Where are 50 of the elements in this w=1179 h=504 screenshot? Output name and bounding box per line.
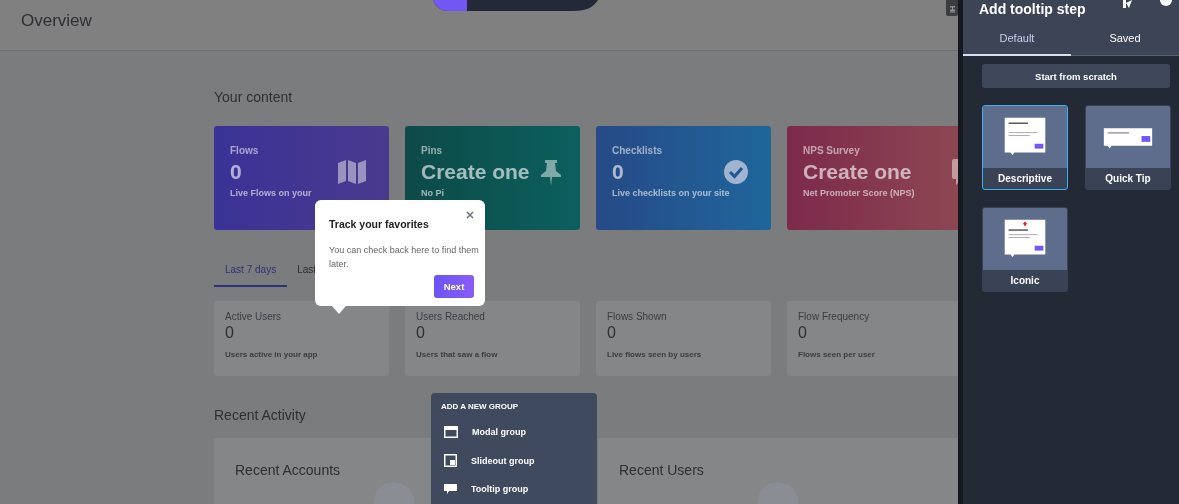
panel-tab[interactable]: Default [963, 27, 1071, 56]
speech-bubble-icon [444, 484, 457, 495]
stat-label: Flow Frequency [798, 311, 871, 322]
page-title: Overview [21, 11, 92, 30]
card-label: Flows [230, 145, 259, 156]
stat-caption: Users active in your app [225, 350, 319, 359]
recent-card-title: Recent Accounts [235, 462, 341, 478]
card-value: 0 [230, 160, 242, 184]
card-subtitle: No Pi [421, 188, 444, 199]
card-label: Pins [421, 145, 443, 156]
stat-label: Active Users [225, 311, 283, 322]
stat-caption: Users that saw a flow [416, 350, 499, 359]
content-card[interactable]: Checklists 0 Live checklists on your site [596, 126, 771, 230]
section-heading: Your content [214, 89, 294, 105]
template-card[interactable]: Quick Tip [1085, 105, 1171, 190]
panel-tab[interactable]: Saved [1071, 27, 1179, 56]
slideout-icon [444, 454, 457, 467]
stat-value: 0 [416, 324, 426, 342]
panel-title: Add tooltip step [979, 1, 1086, 17]
start-from-scratch-button[interactable]: Start from scratch [982, 64, 1170, 88]
section-heading: Recent Activity [214, 407, 307, 423]
card-subtitle: Live Flows on your [230, 188, 312, 199]
card-label: NPS Survey [803, 145, 860, 156]
next-button[interactable]: Next [434, 275, 474, 298]
template-card[interactable]: Descriptive [982, 105, 1068, 190]
card-label: Checklists [612, 145, 663, 156]
card-subtitle: Live checklists on your site [612, 188, 730, 199]
stat-caption: Live flows seen by users [607, 350, 703, 359]
close-icon[interactable] [466, 211, 474, 219]
stat-value: 0 [798, 324, 808, 342]
stat-label: Flows Shown [607, 311, 668, 322]
recent-card-title: Recent Users [619, 462, 704, 478]
card-value: 0 [612, 160, 624, 184]
stat-caption: Flows seen per user [798, 350, 876, 359]
menu-heading: ADD A NEW GROUP [441, 402, 520, 411]
check-circle-icon [724, 160, 748, 184]
card-value: Create one [421, 160, 530, 184]
menu-item[interactable]: Tooltip group [441, 474, 587, 504]
modal-icon [444, 425, 458, 438]
card-subtitle: Net Promoter Score (NPS) [803, 188, 915, 199]
card-value: Create one [803, 160, 912, 184]
tooltip-text: You can check back here to find them later. [329, 244, 479, 271]
menu-item[interactable]: Modal group [441, 417, 587, 447]
map-icon [338, 160, 366, 184]
stat-value: 0 [607, 324, 617, 342]
stat-value: 0 [225, 324, 235, 342]
stat-label: Users Reached [416, 311, 486, 322]
template-card[interactable]: Iconic [982, 207, 1068, 292]
cursor-icon[interactable] [1123, 0, 1133, 8]
menu-item[interactable]: Slideout group [441, 445, 587, 476]
